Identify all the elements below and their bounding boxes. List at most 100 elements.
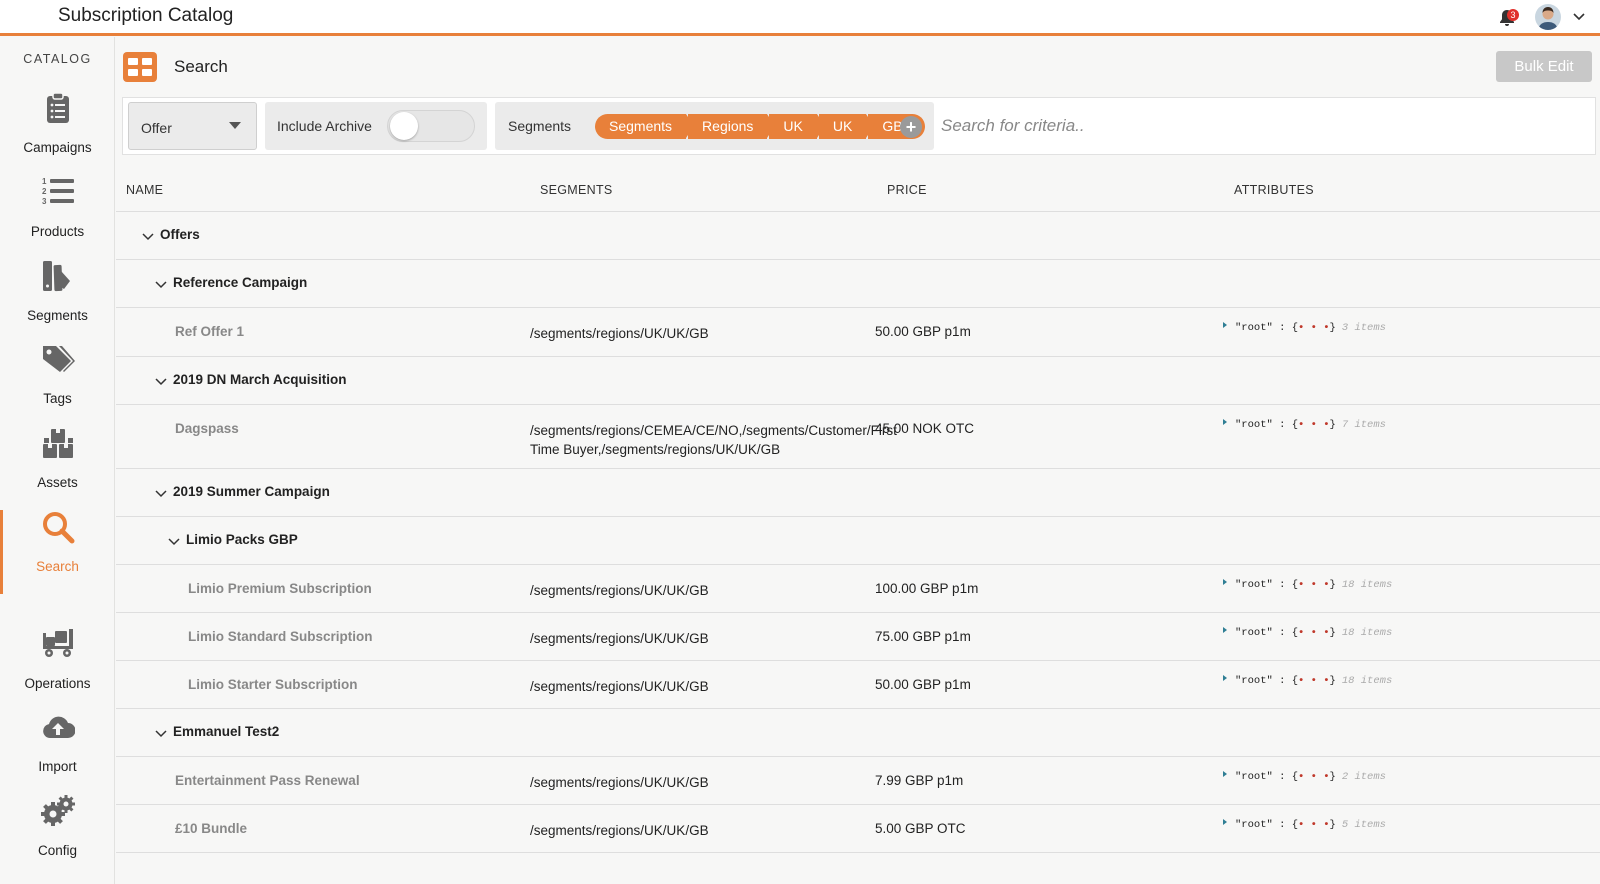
- sidebar-item-label: Campaigns: [23, 140, 92, 155]
- attributes-tree[interactable]: "root" : {• • •} 7 items: [1223, 419, 1386, 431]
- group-row-offers[interactable]: Offers: [116, 212, 1600, 260]
- sidebar-item-assets[interactable]: Assets: [0, 426, 115, 506]
- search-icon: [43, 512, 75, 544]
- chevron-down-icon[interactable]: [142, 230, 154, 242]
- attr-dots: • • •: [1298, 675, 1330, 687]
- attr-key: "root" : {: [1235, 675, 1299, 687]
- gears-icon: [41, 795, 75, 826]
- sidebar-item-tags[interactable]: Tags: [0, 342, 115, 422]
- sidebar-item-campaigns[interactable]: Campaigns: [0, 91, 115, 171]
- clipboard-icon: [47, 92, 69, 123]
- attr-close: }: [1329, 819, 1336, 831]
- sidebar-item-label: Operations: [24, 676, 91, 691]
- offer-name[interactable]: Ref Offer 1: [175, 324, 244, 339]
- sidebar-item-products[interactable]: 123 Products: [0, 175, 115, 255]
- sidebar-item-segments[interactable]: Segments: [0, 259, 115, 339]
- sidebar-item-label: Search: [36, 559, 79, 574]
- offer-name[interactable]: Dagspass: [175, 421, 239, 436]
- chevron-down-icon[interactable]: [155, 375, 167, 387]
- segment-crumb-segments[interactable]: Segments: [595, 114, 695, 139]
- segment-crumb-uk-2[interactable]: UK: [818, 114, 875, 139]
- segment-crumb-regions[interactable]: Regions: [688, 114, 776, 139]
- page-title: Search: [174, 57, 228, 76]
- chevron-down-icon[interactable]: [155, 278, 167, 290]
- attr-key: "root" : {: [1235, 419, 1299, 431]
- caret-right-icon[interactable]: [1223, 627, 1227, 633]
- offer-price: 45.00 NOK OTC: [875, 421, 975, 436]
- add-segment-icon[interactable]: +: [900, 116, 922, 138]
- offer-price: 50.00 GBP p1m: [875, 324, 971, 339]
- caret-right-icon[interactable]: [1223, 675, 1227, 681]
- sidebar-item-operations[interactable]: Operations: [0, 627, 115, 707]
- sidebar-item-import[interactable]: Import: [0, 710, 115, 790]
- chevron-down-icon[interactable]: [155, 487, 167, 499]
- caret-down-icon: [229, 122, 241, 129]
- chevron-down-icon[interactable]: [1572, 9, 1586, 23]
- segment-crumb-uk[interactable]: UK: [769, 114, 826, 139]
- table-row[interactable]: Ref Offer 1 /segments/regions/UK/UK/GB 5…: [116, 308, 1600, 357]
- column-header-name[interactable]: NAME: [126, 183, 163, 197]
- attr-dots: • • •: [1298, 322, 1330, 334]
- caret-right-icon[interactable]: [1223, 771, 1227, 777]
- caret-right-icon[interactable]: [1223, 579, 1227, 585]
- offer-name[interactable]: Limio Starter Subscription: [188, 677, 358, 692]
- grid-icon: [123, 52, 157, 82]
- attributes-tree[interactable]: "root" : {• • •} 2 items: [1223, 771, 1386, 783]
- attr-close: }: [1329, 771, 1336, 783]
- include-archive-toggle[interactable]: [387, 110, 475, 142]
- table-row[interactable]: Dagspass /segments/regions/CEMEA/CE/NO,/…: [116, 405, 1600, 469]
- attributes-tree[interactable]: "root" : {• • •} 18 items: [1223, 627, 1392, 639]
- table-row[interactable]: £10 Bundle /segments/regions/UK/UK/GB 5.…: [116, 805, 1600, 853]
- attr-dots: • • •: [1298, 771, 1330, 783]
- attr-count: 2 items: [1341, 771, 1386, 783]
- attr-count: 3 items: [1341, 322, 1386, 334]
- type-select[interactable]: Offer: [128, 102, 257, 150]
- table-header: NAME SEGMENTS PRICE ATTRIBUTES: [116, 170, 1600, 212]
- column-header-price[interactable]: PRICE: [887, 183, 927, 197]
- group-row-summer[interactable]: 2019 Summer Campaign: [116, 469, 1600, 517]
- offer-segments: /segments/regions/UK/UK/GB: [530, 775, 709, 790]
- chevron-down-icon[interactable]: [168, 535, 180, 547]
- filter-bar: Offer Include Archive Segments Segments …: [122, 97, 1596, 155]
- search-input[interactable]: [941, 104, 1581, 148]
- bulk-edit-button[interactable]: Bulk Edit: [1496, 51, 1592, 82]
- column-header-attributes[interactable]: ATTRIBUTES: [1234, 183, 1314, 197]
- offer-price: 50.00 GBP p1m: [875, 677, 971, 692]
- caret-right-icon[interactable]: [1223, 419, 1227, 425]
- sidebar-item-label: Tags: [43, 391, 72, 406]
- sidebar-item-config[interactable]: Config: [0, 794, 115, 874]
- table-row[interactable]: Limio Standard Subscription /segments/re…: [116, 613, 1600, 661]
- attributes-tree[interactable]: "root" : {• • •} 18 items: [1223, 675, 1392, 687]
- group-row-emmanuel[interactable]: Emmanuel Test2: [116, 709, 1600, 757]
- toggle-knob: [390, 112, 418, 140]
- attributes-tree[interactable]: "root" : {• • •} 5 items: [1223, 819, 1386, 831]
- attr-key: "root" : {: [1235, 819, 1299, 831]
- offer-name[interactable]: Limio Standard Subscription: [188, 629, 373, 644]
- caret-right-icon[interactable]: [1223, 322, 1227, 328]
- attributes-tree[interactable]: "root" : {• • •} 3 items: [1223, 322, 1386, 334]
- sidebar-item-label: Import: [38, 759, 77, 774]
- table-row[interactable]: Limio Premium Subscription /segments/reg…: [116, 565, 1600, 613]
- caret-right-icon[interactable]: [1223, 819, 1227, 825]
- attr-key: "root" : {: [1235, 771, 1299, 783]
- notification-badge: 3: [1507, 9, 1519, 21]
- group-row-dn-march[interactable]: 2019 DN March Acquisition: [116, 357, 1600, 405]
- offer-name[interactable]: £10 Bundle: [175, 821, 247, 836]
- attr-dots: • • •: [1298, 627, 1330, 639]
- group-row-reference-campaign[interactable]: Reference Campaign: [116, 260, 1600, 308]
- group-label: 2019 DN March Acquisition: [173, 372, 347, 387]
- group-row-limio-packs[interactable]: Limio Packs GBP: [116, 517, 1600, 565]
- offer-name[interactable]: Entertainment Pass Renewal: [175, 773, 360, 788]
- attributes-tree[interactable]: "root" : {• • •} 18 items: [1223, 579, 1392, 591]
- sidebar-item-search[interactable]: Search: [0, 510, 115, 590]
- table-row[interactable]: Entertainment Pass Renewal /segments/reg…: [116, 757, 1600, 805]
- chevron-down-icon[interactable]: [155, 727, 167, 739]
- offer-name[interactable]: Limio Premium Subscription: [188, 581, 372, 596]
- table-row[interactable]: Limio Starter Subscription /segments/reg…: [116, 661, 1600, 709]
- column-header-segments[interactable]: SEGMENTS: [540, 183, 613, 197]
- avatar[interactable]: [1535, 4, 1561, 30]
- sidebar-item-label: Segments: [27, 308, 88, 323]
- segments-filter: Segments Segments Regions UK UK GB +: [495, 102, 934, 150]
- attr-close: }: [1329, 627, 1336, 639]
- attr-dots: • • •: [1298, 579, 1330, 591]
